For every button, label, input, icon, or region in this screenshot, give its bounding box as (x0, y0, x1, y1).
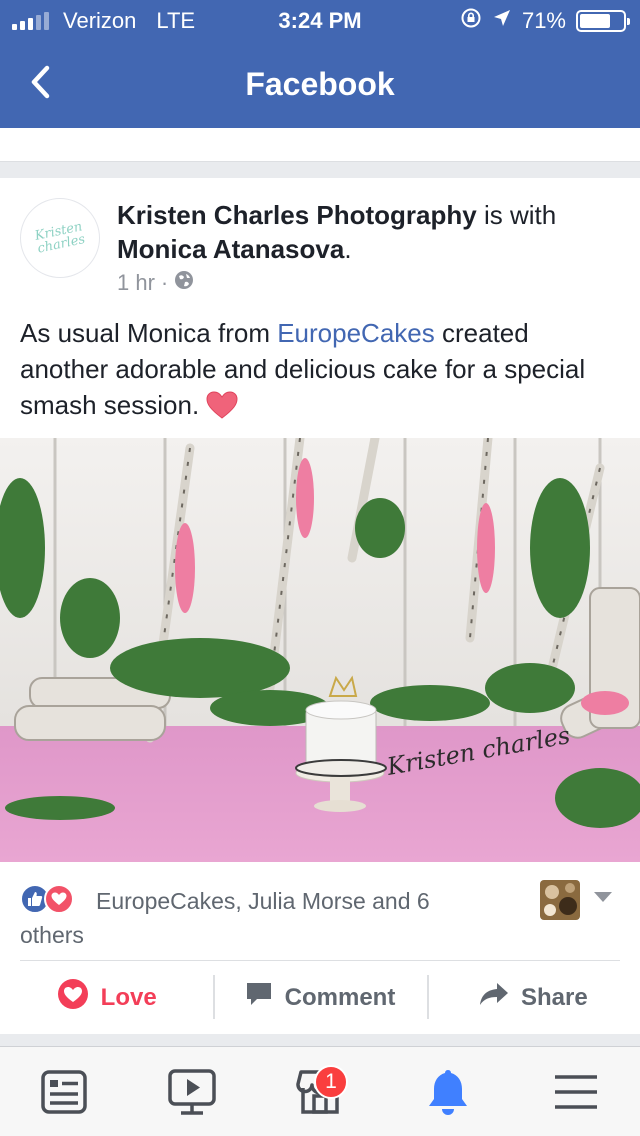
status-right: 71% (460, 7, 630, 35)
comment-icon (245, 981, 273, 1014)
meta-separator: · (160, 270, 169, 295)
reactions-bar[interactable]: EuropeCakes, Julia Morse and 6 others (0, 862, 640, 960)
love-button[interactable]: Love (0, 961, 213, 1034)
author-link[interactable]: Kristen Charles Photography (117, 200, 477, 230)
post-card: Kristen charles Kristen Charles Photogra… (0, 178, 640, 1034)
reactions-summary[interactable]: EuropeCakes, Julia Morse and 6 others (20, 884, 490, 952)
comment-button[interactable]: Comment (213, 961, 426, 1034)
post-meta: 1 hr · (117, 270, 194, 296)
menu-icon (555, 1074, 597, 1109)
chevron-down-icon[interactable] (594, 892, 612, 902)
tagged-user-link[interactable]: Monica Atanasova (117, 234, 344, 264)
notifications-icon (429, 1069, 467, 1115)
group-thumbnail[interactable] (540, 880, 580, 920)
rotation-lock-icon (460, 7, 482, 35)
post-text: As usual Monica from EuropeCakes created… (20, 315, 620, 428)
navigation-bar: Facebook (0, 40, 640, 128)
cake-photo-image (0, 438, 640, 862)
heart-emoji (206, 391, 238, 428)
globe-icon (174, 270, 194, 296)
watch-icon (168, 1068, 216, 1115)
europecakes-link[interactable]: EuropeCakes (277, 318, 435, 348)
tab-notifications[interactable] (384, 1047, 512, 1136)
share-button[interactable]: Share (426, 961, 640, 1034)
status-bar: Verizon LTE 3:24 PM 71% (0, 0, 640, 40)
share-label: Share (520, 983, 588, 1011)
post-time[interactable]: 1 hr (117, 270, 155, 296)
tagged-suffix: . (344, 234, 352, 264)
battery-percent: 71% (521, 8, 566, 33)
marketplace-badge: 1 (314, 1065, 348, 1099)
tab-bar: 1 (0, 1046, 640, 1136)
battery-icon (576, 10, 630, 32)
action-bar: Love Comment Share (0, 961, 640, 1034)
tab-news-feed[interactable] (0, 1047, 128, 1136)
love-label: Love (100, 983, 157, 1011)
top-bar: Verizon LTE 3:24 PM 71% Facebook (0, 0, 640, 128)
post-text-start: As usual Monica from (20, 318, 278, 348)
tab-marketplace[interactable]: 1 (256, 1047, 384, 1136)
previous-post-edge (0, 128, 640, 162)
post-photo[interactable]: Kristen charles (0, 438, 640, 862)
post-header: Kristen Charles Photography is with Moni… (117, 198, 617, 266)
tab-watch[interactable] (128, 1047, 256, 1136)
avatar-logo: Kristen charles (33, 219, 87, 257)
with-text: is with (476, 200, 557, 230)
share-icon (479, 981, 509, 1014)
page-title: Facebook (245, 66, 395, 102)
tab-menu[interactable] (512, 1047, 640, 1136)
comment-label: Comment (284, 983, 396, 1011)
avatar[interactable]: Kristen charles (20, 198, 100, 278)
location-arrow-icon (492, 8, 512, 34)
news-feed-icon (41, 1069, 87, 1114)
love-button-icon (57, 978, 89, 1017)
